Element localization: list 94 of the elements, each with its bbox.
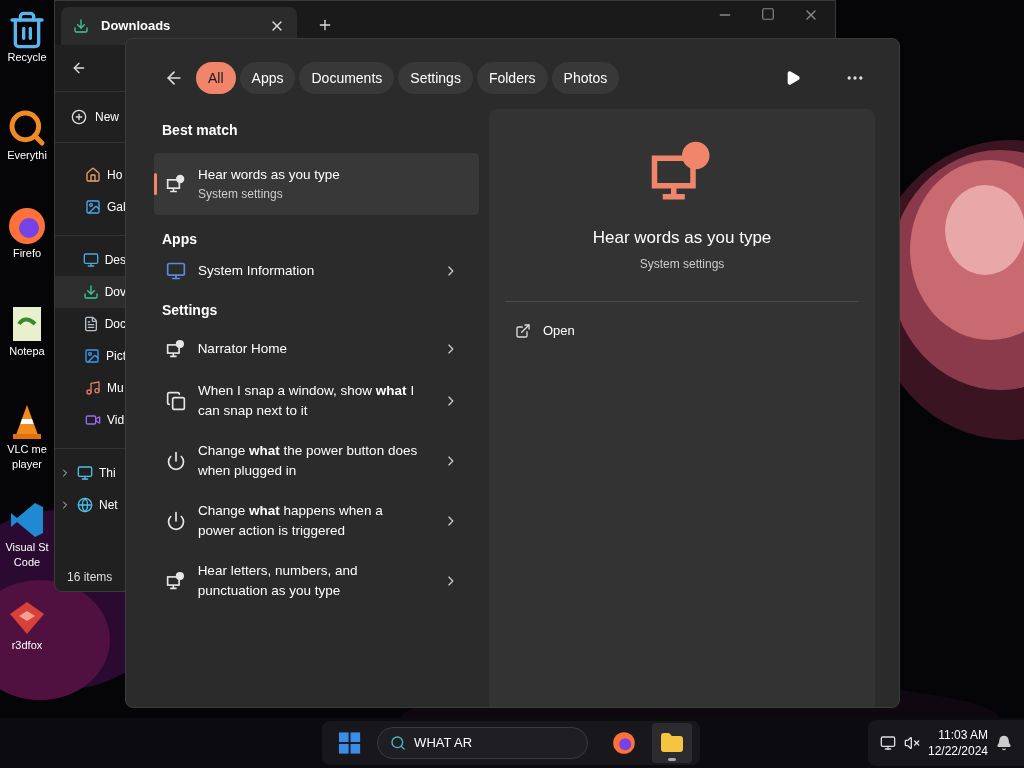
result-title: Narrator Home: [197, 340, 288, 358]
document-icon: [82, 316, 99, 332]
result-title: Change what happens when a power action is triggered: [198, 502, 384, 540]
nav-item[interactable]: Net: [55, 489, 126, 521]
result-item[interactable]: When I snap a window, show what I can snap next to it: [154, 371, 479, 431]
network-icon[interactable]: [880, 735, 896, 751]
fox-globe-icon: [7, 206, 47, 246]
nav-item[interactable]: Doc: [55, 308, 126, 340]
new-tab-icon[interactable]: [317, 17, 333, 33]
video-icon: [85, 412, 101, 428]
search-field[interactable]: WHAT AR: [377, 727, 588, 759]
monitor-speaker-icon: [166, 571, 186, 591]
image-icon: [84, 348, 100, 364]
desktop-shortcut[interactable]: Recycle: [0, 0, 54, 98]
monitor-speaker-icon: [166, 339, 186, 359]
result-item[interactable]: Hear words as you type System settings: [154, 153, 479, 215]
nav-item[interactable]: Thi: [55, 457, 126, 489]
item-count: 16 items: [67, 569, 113, 586]
shortcut-label: player: [12, 457, 42, 472]
fox-globe-icon: [612, 731, 636, 755]
result-item[interactable]: System Information: [154, 256, 479, 286]
desktop-shortcut[interactable]: Everythi: [0, 98, 54, 196]
monitor-icon: [82, 252, 99, 268]
result-title: Hear words as you type: [198, 166, 341, 184]
external-link-icon: [515, 322, 531, 339]
filter-tab[interactable]: Folders: [476, 62, 548, 94]
monitor-speaker-icon: [166, 174, 186, 194]
windows-icon: [166, 391, 186, 411]
music-note-icon: [85, 380, 101, 396]
plus-circle-icon: [71, 109, 87, 125]
nav-item[interactable]: Vid: [55, 404, 126, 436]
result-item[interactable]: Change what happens when a power action is triggered: [154, 491, 479, 551]
desktop-shortcut[interactable]: Firefo: [0, 196, 54, 294]
open-action[interactable]: Open: [505, 315, 859, 346]
maximize-icon[interactable]: [761, 7, 775, 21]
filter-tab[interactable]: Photos: [551, 62, 620, 94]
folder-icon: [660, 731, 684, 755]
image-icon: [85, 199, 101, 215]
taskbar-app[interactable]: [652, 723, 692, 763]
nav-item[interactable]: Pict: [55, 340, 126, 372]
muted-speaker-icon[interactable]: [904, 735, 920, 751]
power-icon: [166, 451, 186, 471]
section-heading: Settings: [161, 301, 219, 320]
nav-item[interactable]: Gal: [55, 191, 126, 223]
result-title: Change what the power button does when plugged in: [198, 442, 419, 480]
tab-title: Downloads: [101, 17, 172, 36]
house-icon: [85, 167, 101, 183]
shortcut-label: Recycle: [7, 50, 47, 65]
nav-item[interactable]: Des: [55, 244, 126, 276]
globe-icon: [77, 497, 93, 513]
result-item[interactable]: Hear letters, numbers, and punctuation as you type: [154, 551, 479, 611]
monitor-icon: [166, 261, 186, 281]
clock-date[interactable]: 12/22/2024: [927, 743, 989, 759]
desktop-shortcut[interactable]: VLC me player: [0, 392, 54, 490]
nav-item[interactable]: Ho: [55, 159, 126, 191]
magnifier-icon: [7, 108, 47, 148]
desktop-shortcut[interactable]: Visual St Code: [0, 490, 54, 588]
selection-accent: [154, 173, 157, 195]
preview-title: Hear words as you type: [592, 227, 772, 249]
start-icon[interactable]: [338, 731, 362, 755]
play-icon[interactable]: [785, 70, 801, 86]
download-icon: [82, 284, 99, 300]
result-subtitle: System settings: [198, 186, 284, 203]
result-title: When I snap a window, show what I can snap next to it: [198, 382, 416, 420]
shortcut-label: VLC me: [7, 442, 47, 457]
clock-time[interactable]: 11:03 AM: [938, 727, 989, 743]
back-icon[interactable]: [71, 60, 87, 76]
bell-icon[interactable]: [996, 735, 1012, 751]
monitor-icon: [77, 465, 93, 481]
shortcut-label: Notepa: [9, 344, 45, 359]
filter-tab[interactable]: Settings: [398, 62, 473, 94]
shortcut-label: Everythi: [7, 148, 47, 163]
shortcut-label: Firefo: [12, 246, 42, 261]
shortcut-label: r3dfox: [11, 638, 43, 653]
shortcut-label: Visual St: [5, 540, 49, 555]
power-icon: [166, 511, 186, 531]
filter-tab[interactable]: Documents: [299, 62, 395, 94]
new-button[interactable]: New: [95, 108, 119, 126]
filter-tab[interactable]: All: [196, 62, 236, 94]
search-icon: [390, 735, 407, 751]
result-item[interactable]: Change what the power button does when plugged in: [154, 431, 479, 491]
nav-item[interactable]: Mu: [55, 372, 126, 404]
result-title: System Information: [198, 262, 316, 280]
result-item[interactable]: Narrator Home: [154, 327, 479, 371]
active-indicator: [668, 758, 676, 761]
section-heading: Best match: [161, 121, 239, 140]
desktop-shortcut[interactable]: Notepa: [0, 294, 54, 392]
result-title: Hear letters, numbers, and punctuation as you type: [197, 562, 359, 600]
download-icon: [73, 18, 89, 34]
section-heading: Apps: [161, 230, 198, 249]
nav-item[interactable]: Dov: [55, 276, 126, 308]
filter-tab[interactable]: Apps: [239, 62, 296, 94]
shortcut-label: Code: [13, 555, 41, 570]
preview-subtitle: System settings: [639, 255, 725, 273]
